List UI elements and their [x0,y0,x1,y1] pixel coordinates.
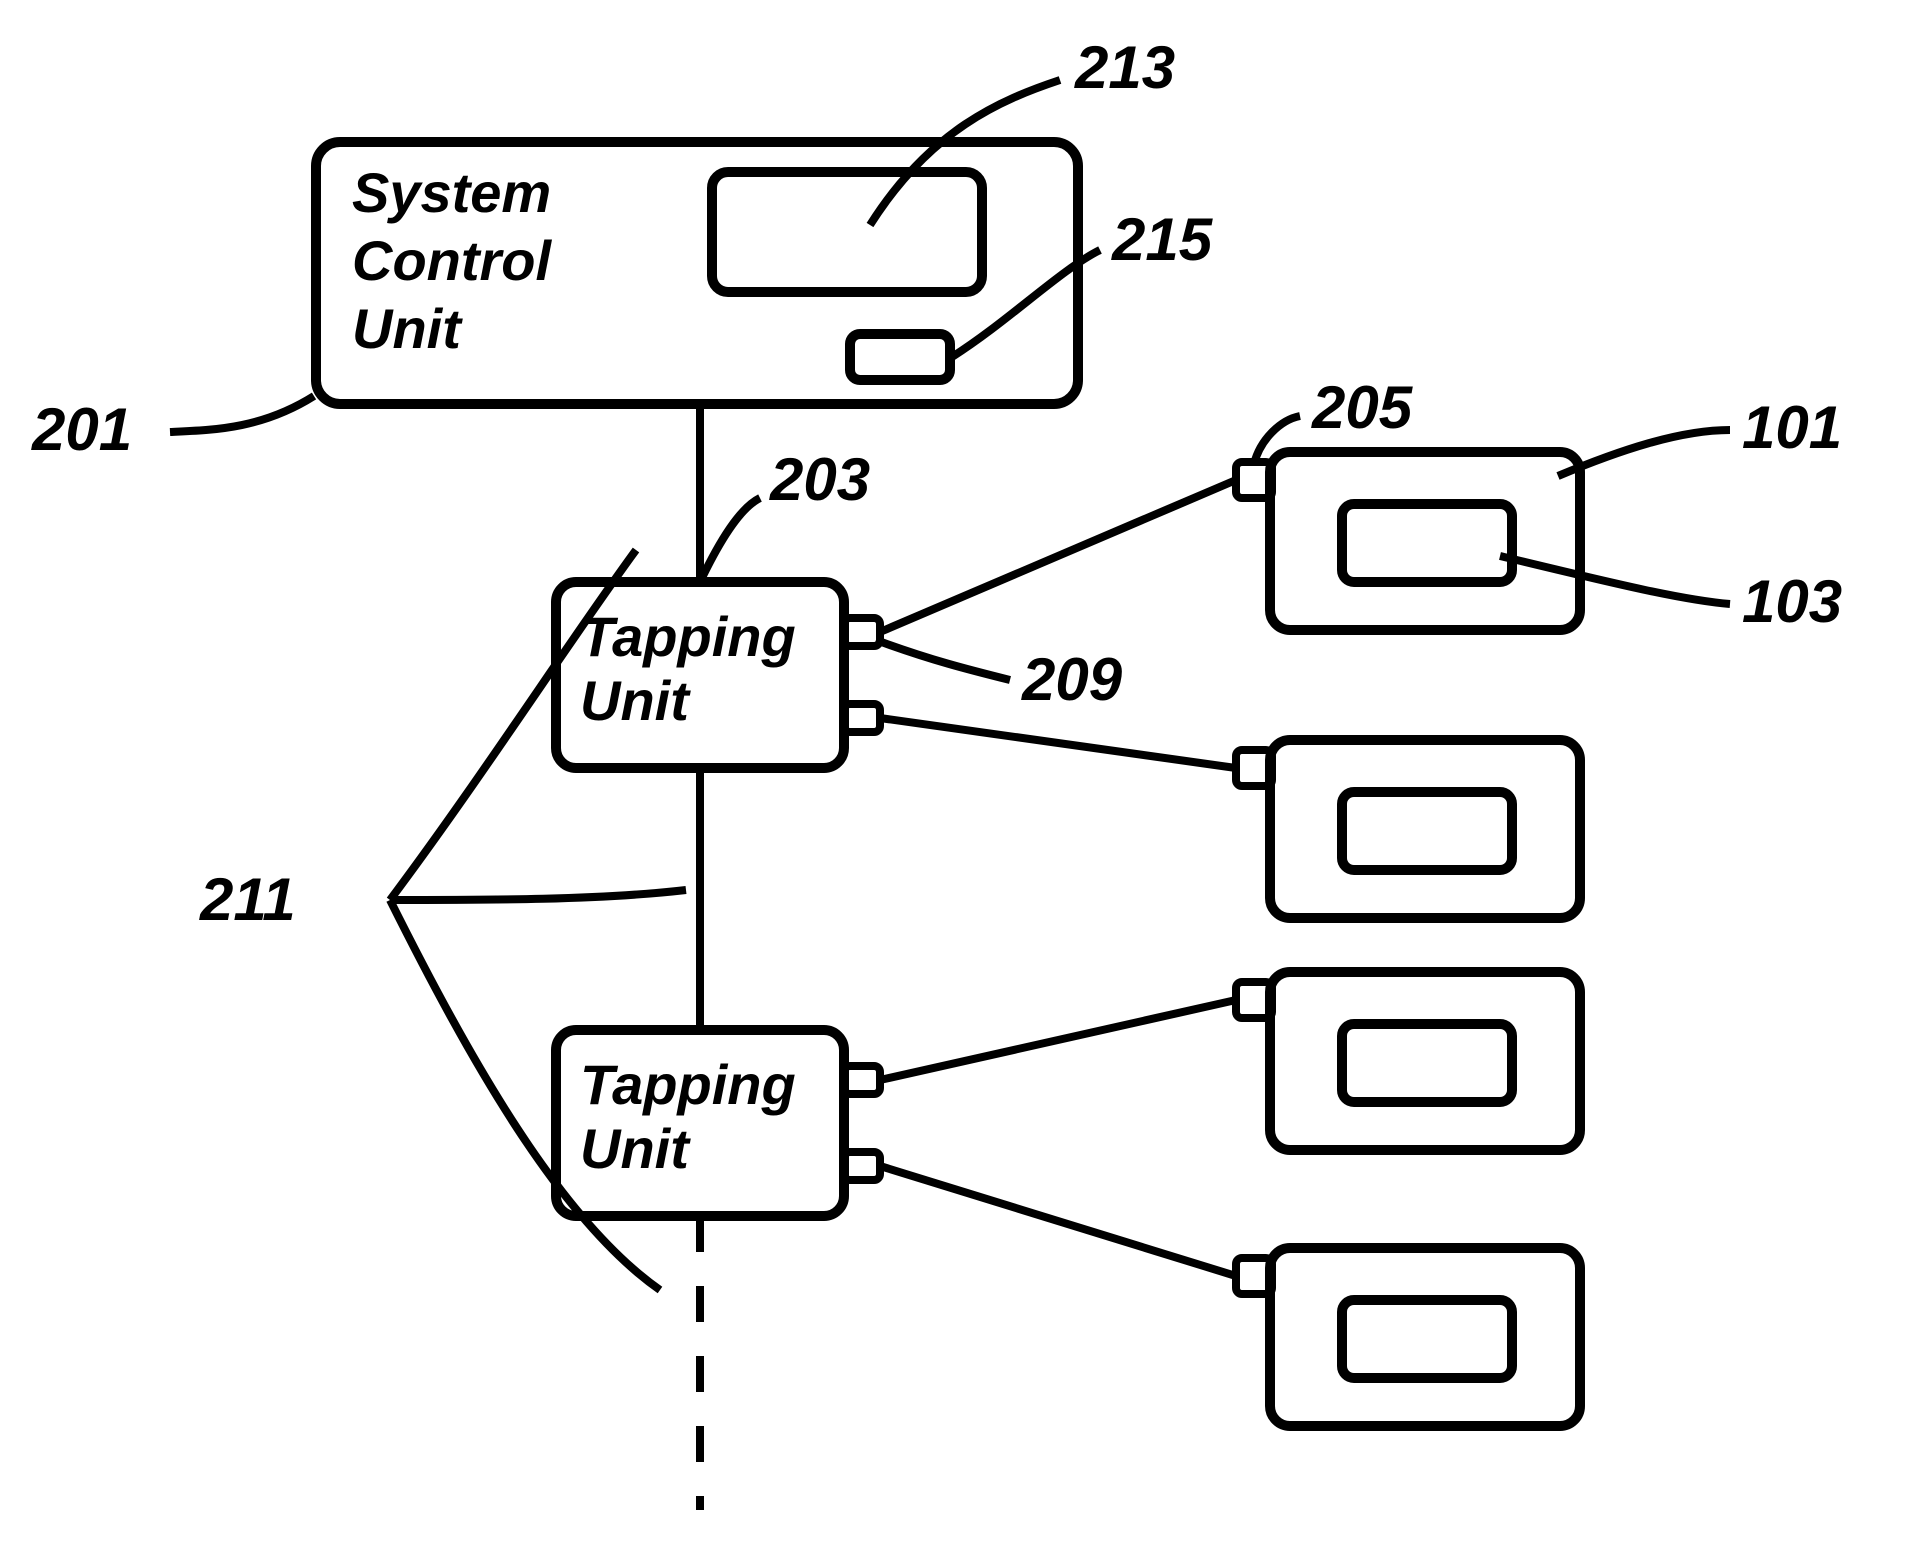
conn-tu2-dev4 [880,1166,1236,1276]
scu-sub-block-213 [712,172,982,292]
conn-tu1-dev1 [880,480,1236,632]
leader-103 [1500,556,1730,604]
leader-201 [170,396,314,432]
tapping-upper-label-1: Tapping [580,605,796,668]
refnum-101: 101 [1742,394,1842,461]
device-4 [1236,1248,1580,1426]
leader-203 [700,498,760,582]
conn-tu1-dev2 [880,718,1236,768]
refnum-201: 201 [31,396,132,463]
scu-label-3: Unit [352,297,463,360]
refnum-213: 213 [1074,34,1175,101]
tapping-lower-port-b [844,1152,880,1180]
leader-209 [876,640,1010,680]
tapping-upper-label-2: Unit [580,669,691,732]
conn-tu2-dev3 [880,1000,1236,1080]
refnum-205: 205 [1311,374,1414,441]
refnum-103: 103 [1742,568,1842,635]
tapping-unit-lower: Tapping Unit [556,1030,880,1216]
scu-sub-block-215 [850,334,950,380]
scu-label-2: Control [352,229,553,292]
device-1-inner [1342,504,1512,582]
device-3 [1236,972,1580,1150]
tapping-lower-label-1: Tapping [580,1053,796,1116]
refnum-211: 211 [199,866,296,933]
tapping-lower-label-2: Unit [580,1117,691,1180]
device-2 [1236,740,1580,918]
diagram-root: System Control Unit 213 215 201 Tapping … [0,0,1920,1564]
leader-211-b [390,890,686,900]
device-1 [1236,452,1580,630]
leader-101 [1558,430,1730,476]
tapping-lower-port-a [844,1066,880,1094]
tapping-unit-upper: Tapping Unit [556,582,880,768]
leader-213 [870,80,1060,225]
refnum-215: 215 [1111,206,1214,273]
scu-label-1: System [352,161,551,224]
tapping-upper-port-a [844,618,880,646]
refnum-203: 203 [769,446,870,513]
tapping-upper-port-b [844,704,880,732]
system-control-unit-block: System Control Unit [316,142,1078,404]
refnum-209: 209 [1021,646,1123,713]
